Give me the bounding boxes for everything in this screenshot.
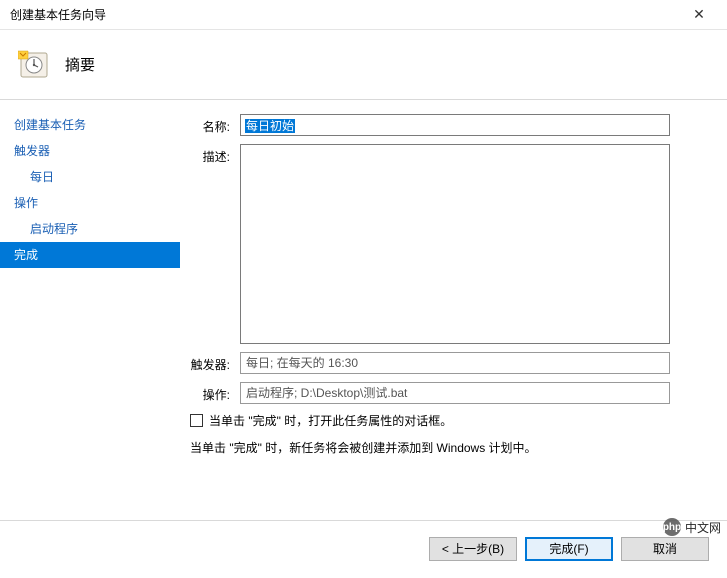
sidebar-item-create-task[interactable]: 创建基本任务 xyxy=(0,112,180,138)
titlebar: 创建基本任务向导 ✕ xyxy=(0,0,727,30)
summary-icon xyxy=(18,49,50,81)
sidebar-item-daily[interactable]: 每日 xyxy=(0,164,180,190)
wizard-body: 创建基本任务 触发器 每日 操作 启动程序 完成 名称: 每日初始 描述: 触发… xyxy=(0,100,727,520)
wizard-main: 名称: 每日初始 描述: 触发器: 每日; 在每天的 16:30 操作: 启动程… xyxy=(180,100,727,520)
description-textarea[interactable] xyxy=(240,144,670,344)
sidebar-item-finish[interactable]: 完成 xyxy=(0,242,180,268)
open-properties-checkbox[interactable] xyxy=(190,414,203,427)
page-title: 摘要 xyxy=(65,54,95,75)
sidebar-item-trigger[interactable]: 触发器 xyxy=(0,138,180,164)
wizard-footer: < 上一步(B) 完成(F) 取消 xyxy=(0,520,727,576)
wizard-steps-sidebar: 创建基本任务 触发器 每日 操作 启动程序 完成 xyxy=(0,100,180,520)
trigger-readonly: 每日; 在每天的 16:30 xyxy=(240,352,670,374)
sidebar-item-action[interactable]: 操作 xyxy=(0,190,180,216)
name-input[interactable]: 每日初始 xyxy=(240,114,670,136)
wizard-info-text: 当单击 "完成" 时，新任务将会被创建并添加到 Windows 计划中。 xyxy=(190,439,707,456)
close-button[interactable]: ✕ xyxy=(679,2,719,28)
cancel-button[interactable]: 取消 xyxy=(621,537,709,561)
trigger-label: 触发器: xyxy=(180,352,240,373)
description-label: 描述: xyxy=(180,144,240,165)
name-label: 名称: xyxy=(180,114,240,135)
back-button[interactable]: < 上一步(B) xyxy=(429,537,517,561)
close-icon: ✕ xyxy=(693,6,705,23)
wizard-header: 摘要 xyxy=(0,30,727,100)
finish-button[interactable]: 完成(F) xyxy=(525,537,613,561)
watermark: php 中文网 xyxy=(663,518,721,536)
open-properties-label[interactable]: 当单击 "完成" 时，打开此任务属性的对话框。 xyxy=(209,412,452,429)
sidebar-item-start-program[interactable]: 启动程序 xyxy=(0,216,180,242)
watermark-text: 中文网 xyxy=(685,519,721,536)
watermark-logo-icon: php xyxy=(663,518,681,536)
action-label: 操作: xyxy=(180,382,240,403)
action-readonly: 启动程序; D:\Desktop\测试.bat xyxy=(240,382,670,404)
window-title: 创建基本任务向导 xyxy=(10,6,106,23)
